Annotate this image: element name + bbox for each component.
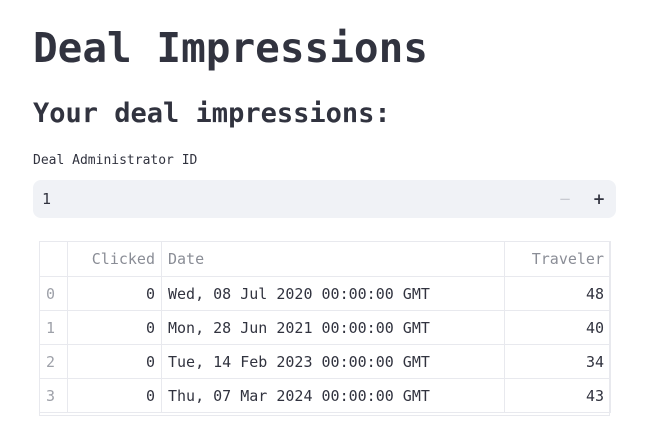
cell-traveler[interactable]: 34 [504,344,611,379]
column-header-index[interactable] [39,241,68,277]
table-header-row: Clicked Date Traveler [39,241,611,277]
admin-id-number-input: − + [33,180,616,218]
impressions-table: Clicked Date Traveler 0 0 Wed, 08 Jul 20… [39,241,611,416]
column-header-traveler[interactable]: Traveler [504,241,611,277]
cell-date[interactable]: Tue, 14 Feb 2023 00:00:00 GMT [161,344,505,379]
cell-date[interactable]: Mon, 28 Jun 2021 00:00:00 GMT [161,310,505,345]
section-title: Your deal impressions: [33,98,391,129]
table-row: 1 0 Mon, 28 Jun 2021 00:00:00 GMT 40 [39,310,611,345]
table-row: 3 0 Thu, 07 Mar 2024 00:00:00 GMT 43 [39,378,611,413]
cell-traveler[interactable]: 40 [504,310,611,345]
increment-button[interactable]: + [582,180,616,218]
cell-traveler[interactable]: 43 [504,378,611,413]
row-index: 3 [39,378,68,413]
row-index: 0 [39,276,68,311]
admin-id-label: Deal Administrator ID [33,153,198,168]
column-header-date[interactable]: Date [161,241,505,277]
table-row: 2 0 Tue, 14 Feb 2023 00:00:00 GMT 34 [39,344,611,379]
page-title: Deal Impressions [33,24,428,72]
row-index: 2 [39,344,68,379]
cell-clicked[interactable]: 0 [67,276,162,311]
cell-traveler[interactable]: 48 [504,276,611,311]
admin-id-field[interactable] [42,180,522,218]
cell-clicked[interactable]: 0 [67,378,162,413]
cell-date[interactable]: Thu, 07 Mar 2024 00:00:00 GMT [161,378,505,413]
impressions-table-grid: Clicked Date Traveler 0 0 Wed, 08 Jul 20… [39,241,611,413]
column-header-clicked[interactable]: Clicked [67,241,162,277]
cell-clicked[interactable]: 0 [67,310,162,345]
row-index: 1 [39,310,68,345]
cell-clicked[interactable]: 0 [67,344,162,379]
table-row: 0 0 Wed, 08 Jul 2020 00:00:00 GMT 48 [39,276,611,311]
cell-date[interactable]: Wed, 08 Jul 2020 00:00:00 GMT [161,276,505,311]
decrement-button[interactable]: − [548,180,582,218]
